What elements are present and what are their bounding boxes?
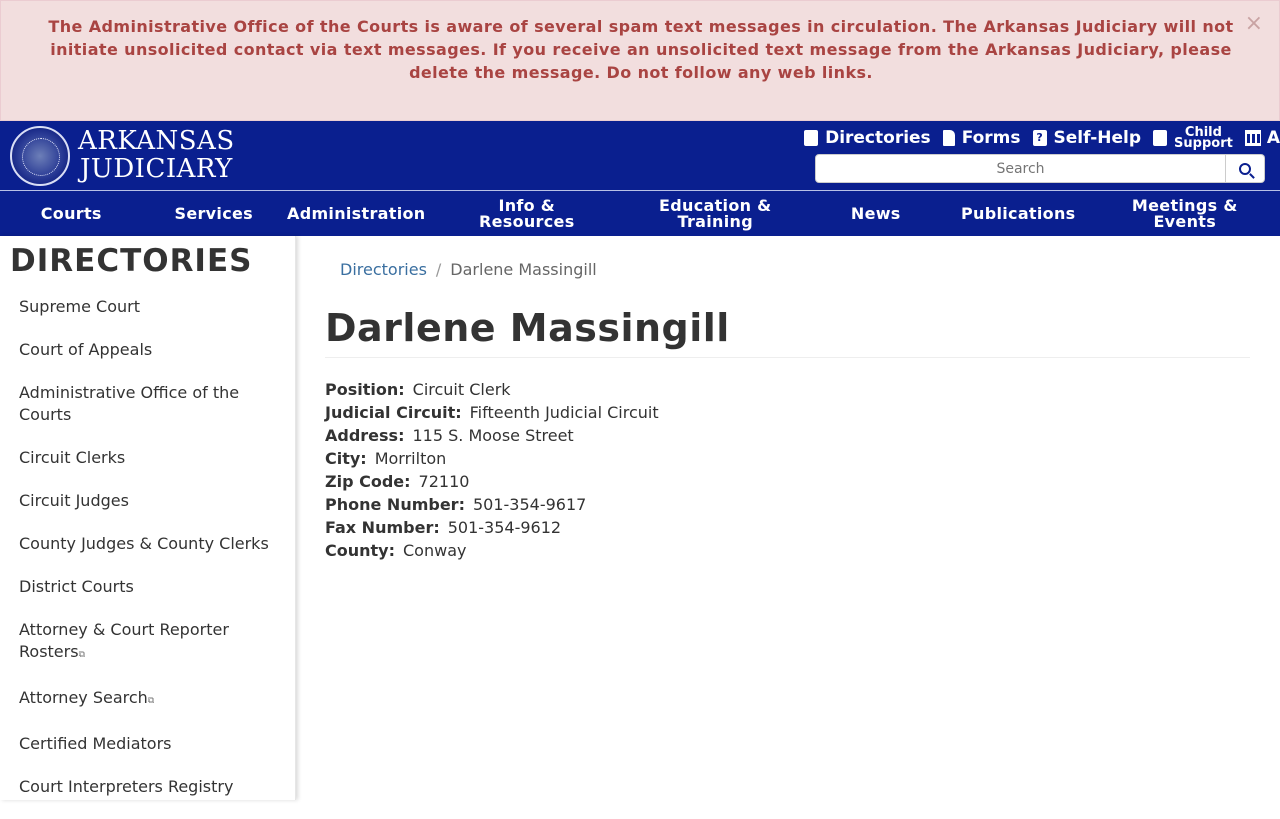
breadcrumb-current: Darlene Massingill <box>450 260 596 279</box>
courthouse-icon <box>1245 130 1261 146</box>
directories-link[interactable]: Directories <box>804 128 931 148</box>
forms-label: Forms <box>962 128 1021 148</box>
external-link-icon: ⧉ <box>148 696 154 706</box>
document-icon <box>943 130 955 146</box>
child-support-label-2: Support <box>1174 138 1233 149</box>
sidebar-item-certified-mediators[interactable]: Certified Mediators <box>19 733 281 755</box>
sidebar-item-court-of-appeals[interactable]: Court of Appeals <box>19 339 281 361</box>
detail-label: City: <box>325 449 367 468</box>
main-nav: Courts Services Administration Info & Re… <box>0 191 1280 236</box>
question-icon: ? <box>1033 130 1047 146</box>
sidebar-item-label: Attorney & Court Reporter Rosters <box>19 620 229 661</box>
close-icon[interactable]: × <box>1245 13 1263 35</box>
sidebar-title: DIRECTORIES <box>10 243 252 279</box>
alert-message: The Administrative Office of the Courts … <box>21 15 1261 84</box>
self-help-link[interactable]: ? Self-Help <box>1033 128 1142 148</box>
sidebar-item-court-interpreters[interactable]: Court Interpreters Registry <box>19 776 281 798</box>
sidebar-item-attorney-search[interactable]: Attorney Search⧉ <box>19 687 281 712</box>
detail-label: Zip Code: <box>325 472 411 491</box>
sidebar-item-label: Attorney Search <box>19 688 148 707</box>
nav-courts[interactable]: Courts <box>0 191 143 236</box>
logo-line-2: JUDICIARY <box>78 155 235 183</box>
detail-value: Conway <box>403 541 466 560</box>
aoc-label: A <box>1267 128 1280 148</box>
child-support-link[interactable]: Child Support <box>1153 127 1233 149</box>
detail-row-phone: Phone Number: 501-354-9617 <box>325 493 659 516</box>
detail-value: Fifteenth Judicial Circuit <box>470 403 659 422</box>
supreme-court-seal-icon[interactable] <box>10 126 70 186</box>
sidebar-item-district-courts[interactable]: District Courts <box>19 576 281 598</box>
nav-education-training[interactable]: Education & Training <box>626 191 805 236</box>
nav-info-resources[interactable]: Info & Resources <box>428 191 627 236</box>
utility-links: Directories Forms ? Self-Help Child Supp… <box>804 127 1280 149</box>
detail-value: 501-354-9612 <box>448 518 561 537</box>
detail-value: 501-354-9617 <box>473 495 586 514</box>
sidebar-item-supreme-court[interactable]: Supreme Court <box>19 296 281 318</box>
search-button[interactable] <box>1226 154 1265 183</box>
detail-row-position: Position: Circuit Clerk <box>325 378 659 401</box>
search-icon <box>1239 163 1251 175</box>
nav-services[interactable]: Services <box>143 191 286 236</box>
detail-label: Fax Number: <box>325 518 440 537</box>
contact-card-icon <box>804 130 818 146</box>
nav-administration[interactable]: Administration <box>285 191 428 236</box>
external-link-icon: ⧉ <box>79 650 85 660</box>
logo-line-1: ARKANSAS <box>78 127 235 155</box>
forms-link[interactable]: Forms <box>943 128 1021 148</box>
sidebar-item-aoc[interactable]: Administrative Office of the Courts <box>19 382 281 426</box>
breadcrumb: Directories / Darlene Massingill <box>340 260 597 280</box>
sidebar-item-county-judges-clerks[interactable]: County Judges & County Clerks <box>19 533 281 555</box>
detail-row-fax: Fax Number: 501-354-9612 <box>325 516 659 539</box>
detail-row-county: County: Conway <box>325 539 659 562</box>
page-title: Darlene Massingill <box>325 306 730 350</box>
detail-row-city: City: Morrilton <box>325 447 659 470</box>
detail-row-judicial-circuit: Judicial Circuit: Fifteenth Judicial Circ… <box>325 401 659 424</box>
detail-value: 115 S. Moose Street <box>412 426 573 445</box>
detail-label: Address: <box>325 426 404 445</box>
site-header: ARKANSAS JUDICIARY Directories Forms ? S… <box>0 121 1280 190</box>
breadcrumb-separator: / <box>436 260 441 279</box>
self-help-label: Self-Help <box>1054 128 1142 148</box>
detail-row-address: Address: 115 S. Moose Street <box>325 424 659 447</box>
spam-alert-banner: The Administrative Office of the Courts … <box>0 0 1280 121</box>
detail-value: 72110 <box>419 472 470 491</box>
nav-meetings-events[interactable]: Meetings & Events <box>1090 191 1280 236</box>
search-input[interactable] <box>815 154 1226 183</box>
site-logo[interactable]: ARKANSAS JUDICIARY <box>78 127 235 183</box>
search-bar <box>815 154 1265 183</box>
nav-publications[interactable]: Publications <box>947 191 1090 236</box>
sidebar-list: Supreme Court Court of Appeals Administr… <box>19 296 281 819</box>
sidebar-item-circuit-judges[interactable]: Circuit Judges <box>19 490 281 512</box>
directories-label: Directories <box>825 128 931 148</box>
sidebar-item-attorney-rosters[interactable]: Attorney & Court Reporter Rosters⧉ <box>19 619 281 666</box>
detail-label: County: <box>325 541 395 560</box>
profile-details: Position: Circuit Clerk Judicial Circuit:… <box>325 378 659 562</box>
aoc-link[interactable]: A <box>1245 128 1280 148</box>
detail-value: Morrilton <box>375 449 447 468</box>
nav-news[interactable]: News <box>805 191 948 236</box>
detail-row-zip: Zip Code: 72110 <box>325 470 659 493</box>
sidebar-item-circuit-clerks[interactable]: Circuit Clerks <box>19 447 281 469</box>
breadcrumb-directories[interactable]: Directories <box>340 260 427 279</box>
calculator-icon <box>1153 130 1167 146</box>
detail-value: Circuit Clerk <box>413 380 511 399</box>
detail-label: Position: <box>325 380 405 399</box>
directories-sidebar: DIRECTORIES Supreme Court Court of Appea… <box>0 236 296 800</box>
detail-label: Phone Number: <box>325 495 465 514</box>
title-divider <box>325 357 1250 358</box>
detail-label: Judicial Circuit: <box>325 403 462 422</box>
